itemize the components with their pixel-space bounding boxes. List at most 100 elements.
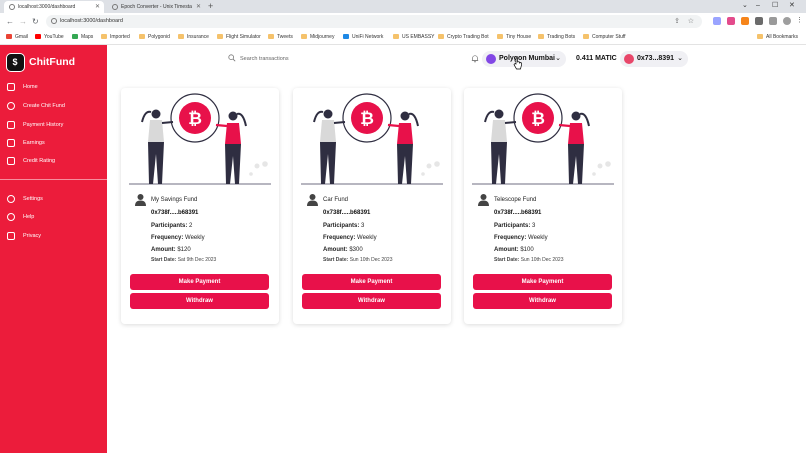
bookmark-youtube[interactable]: YouTube xyxy=(35,32,64,43)
fund-amount: Amount: $300 xyxy=(323,247,363,253)
extension-icon[interactable] xyxy=(713,17,721,25)
bell-icon[interactable] xyxy=(471,54,479,63)
search-icon xyxy=(228,54,236,62)
withdraw-button[interactable]: Withdraw xyxy=(302,293,441,309)
info-icon[interactable] xyxy=(51,18,57,24)
fund-address: 0x738f.....b68391 xyxy=(494,210,542,216)
share-icon[interactable]: ⇪ xyxy=(674,15,680,28)
bookmark-unifi-network[interactable]: UniFi Network xyxy=(343,32,383,43)
folder-icon xyxy=(301,34,307,39)
bookmark-midjourney[interactable]: Midjourney xyxy=(301,32,334,43)
puzzle-icon[interactable] xyxy=(755,17,763,25)
folder-icon xyxy=(438,34,444,39)
sidepanel-icon[interactable] xyxy=(769,17,777,25)
bookmark-imported[interactable]: Imported xyxy=(101,32,130,43)
sidebar-item-label: Credit Rating xyxy=(23,158,56,164)
folder-icon xyxy=(757,34,763,39)
fund-frequency: Frequency: Weekly xyxy=(151,235,205,241)
user-avatar-icon xyxy=(307,194,318,206)
bookmark-gmail[interactable]: Gmail xyxy=(6,32,28,43)
bookmark-trading-bots[interactable]: Trading Bots xyxy=(538,32,575,43)
folder-icon xyxy=(268,34,274,39)
make-payment-button[interactable]: Make Payment xyxy=(130,274,269,290)
reload-icon[interactable]: ↻ xyxy=(32,15,39,28)
search-input[interactable] xyxy=(240,53,370,65)
withdraw-button[interactable]: Withdraw xyxy=(473,293,612,309)
star-icon[interactable]: ☆ xyxy=(688,15,694,28)
menu-icon[interactable]: ⋮ xyxy=(796,17,803,25)
youtube-icon xyxy=(35,34,41,39)
fund-name: Car Fund xyxy=(323,197,349,203)
browser-tab-dashboard[interactable]: localhost:3000/dashboard ✕ xyxy=(4,1,104,13)
sidebar-item-label: Privacy xyxy=(23,233,42,239)
folder-icon xyxy=(178,34,184,39)
bookmark-tweets[interactable]: Tweets xyxy=(268,32,293,43)
gmail-icon xyxy=(6,34,12,39)
browser-tab-epoch[interactable]: Epoch Converter - Unix Timesta ✕ xyxy=(107,1,205,13)
folder-icon xyxy=(101,34,107,39)
polygon-icon xyxy=(486,54,496,64)
tab-title: Epoch Converter - Unix Timesta xyxy=(121,4,192,10)
fund-address: 0x738f.....b68391 xyxy=(323,210,371,216)
bookmark-polygonid[interactable]: Polygonid xyxy=(139,32,170,43)
maps-icon xyxy=(72,34,78,39)
withdraw-button[interactable]: Withdraw xyxy=(130,293,269,309)
bookmark-tiny-house[interactable]: Tiny House xyxy=(497,32,531,43)
close-icon[interactable]: ✕ xyxy=(196,1,201,13)
shield-icon xyxy=(7,232,15,240)
globe-icon xyxy=(9,4,15,10)
user-avatar-icon xyxy=(135,194,146,206)
wallet-balance: 0.411 MATIC xyxy=(576,55,617,62)
bookmark-crypto-trading-bot[interactable]: Crypto Trading Bot xyxy=(438,32,489,43)
bookmark-us-embassy[interactable]: US EMBASSY xyxy=(393,32,435,43)
app-name: ChitFund xyxy=(29,56,76,68)
minimize-icon[interactable]: – xyxy=(756,0,760,12)
make-payment-button[interactable]: Make Payment xyxy=(473,274,612,290)
address-bar[interactable]: localhost:3000/dashboard ⇪ ☆ xyxy=(46,15,702,28)
close-icon[interactable]: ✕ xyxy=(95,1,100,13)
bookmark-insurance[interactable]: Insurance xyxy=(178,32,209,43)
globe-icon xyxy=(112,4,118,10)
forward-icon[interactable]: → xyxy=(19,15,27,28)
maximize-icon[interactable]: ☐ xyxy=(772,0,778,12)
metamask-icon[interactable] xyxy=(741,17,749,25)
sidebar-item-label: Earnings xyxy=(23,140,45,146)
address-url[interactable]: localhost:3000/dashboard xyxy=(60,15,123,28)
bitcoin-icon: ₿ xyxy=(531,109,545,128)
user-avatar-icon xyxy=(478,194,489,206)
fund-card: ₿ Telescope Fund 0x738f.....b68391 Parti… xyxy=(464,88,622,324)
profile-icon[interactable] xyxy=(783,17,791,25)
fund-participants: Participants: 2 xyxy=(151,223,193,229)
fund-name: My Savings Fund xyxy=(151,197,198,203)
sidebar-item-label: Home xyxy=(23,84,38,90)
fund-start-date: Start Date: Sun 10th Dec 2023 xyxy=(323,257,393,263)
folder-icon xyxy=(538,34,544,39)
new-tab-button[interactable]: + xyxy=(208,0,213,13)
hand-cursor-icon xyxy=(513,57,522,70)
bookmark-computer-stuff[interactable]: Computer Stuff xyxy=(583,32,626,43)
account-selector[interactable]: 0x73...8391 ⌄ xyxy=(620,51,688,67)
chevron-down-icon[interactable]: ⌄ xyxy=(742,0,748,12)
bookmark-maps[interactable]: Maps xyxy=(72,32,93,43)
bookmark-flight-simulator[interactable]: Flight Simulator xyxy=(217,32,261,43)
bitcoin-icon: ₿ xyxy=(188,109,202,128)
back-icon[interactable]: ← xyxy=(6,15,14,28)
fund-address: 0x738f.....b68391 xyxy=(151,210,199,216)
browser-toolbar: ← → ↻ localhost:3000/dashboard ⇪ ☆ ⋮ xyxy=(0,13,806,30)
folder-icon xyxy=(393,34,399,39)
extension-icon[interactable] xyxy=(727,17,735,25)
folder-icon xyxy=(139,34,145,39)
fund-frequency: Frequency: Weekly xyxy=(494,235,548,241)
help-icon xyxy=(7,213,15,221)
network-selector[interactable]: Polygon Mumbai ⌄ xyxy=(482,51,566,67)
fund-card: ₿ Car Fund 0x738f.....b68391 Participant… xyxy=(293,88,451,324)
make-payment-button[interactable]: Make Payment xyxy=(302,274,441,290)
window-close-icon[interactable]: ✕ xyxy=(789,0,795,12)
fund-start-date: Start Date: Sat 9th Dec 2023 xyxy=(151,257,217,263)
fund-participants: Participants: 3 xyxy=(494,223,536,229)
browser-tab-strip: localhost:3000/dashboard ✕ Epoch Convert… xyxy=(0,0,806,13)
gear-icon xyxy=(7,195,15,203)
bitcoin-icon: ₿ xyxy=(360,109,374,128)
bitcoin-people-illustration: ₿ xyxy=(472,93,614,185)
bookmark-all-bookmarks[interactable]: All Bookmarks xyxy=(757,32,798,43)
